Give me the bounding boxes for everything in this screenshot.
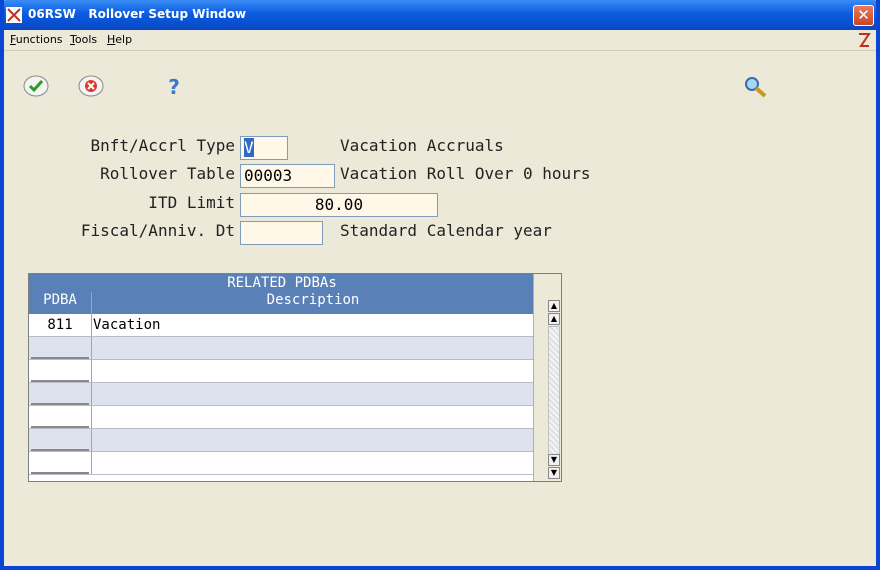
menu-help[interactable]: Help bbox=[107, 33, 132, 46]
itd-limit-field[interactable]: 80.00 bbox=[240, 193, 438, 217]
grid-title: RELATED PDBAs bbox=[227, 275, 337, 291]
menu-bar: Functions Tools Help bbox=[4, 30, 876, 51]
cancel-x-icon[interactable] bbox=[77, 72, 105, 100]
pdba-cell[interactable] bbox=[29, 383, 92, 405]
itd-limit-label: ITD Limit bbox=[148, 193, 235, 212]
table-row[interactable] bbox=[29, 452, 535, 475]
header-separator bbox=[91, 292, 92, 314]
toolbar: ? bbox=[4, 51, 876, 111]
description-cell[interactable] bbox=[93, 452, 533, 474]
svg-text:?: ? bbox=[168, 75, 180, 99]
search-magnifier-icon[interactable] bbox=[741, 72, 769, 100]
fiscal-anniv-dt-field[interactable] bbox=[240, 221, 323, 245]
window-title: 06RSW Rollover Setup Window bbox=[28, 7, 247, 21]
bnft-accrl-type-label: Bnft/Accrl Type bbox=[90, 136, 236, 155]
column-header-description[interactable]: Description bbox=[93, 292, 533, 308]
description-cell[interactable] bbox=[93, 429, 533, 451]
rollover-table-description: Vacation Roll Over 0 hours bbox=[340, 164, 591, 183]
menu-functions[interactable]: Functions bbox=[10, 33, 63, 46]
scroll-bottom-icon[interactable]: ▼ bbox=[548, 467, 560, 479]
scroll-track[interactable] bbox=[548, 326, 560, 464]
scroll-up-icon[interactable]: ▲ bbox=[548, 313, 560, 325]
rollover-setup-window: 06RSW Rollover Setup Window ✕ Functions … bbox=[0, 0, 880, 570]
pdba-cell[interactable]: 811 bbox=[29, 314, 92, 336]
jde-logo-icon bbox=[859, 33, 871, 47]
pdba-cell[interactable] bbox=[29, 337, 92, 359]
table-row[interactable] bbox=[29, 337, 535, 360]
description-cell[interactable] bbox=[93, 406, 533, 428]
pdba-cell[interactable] bbox=[29, 360, 92, 382]
table-row[interactable]: 811 Vacation bbox=[29, 314, 535, 337]
description-cell[interactable] bbox=[93, 360, 533, 382]
grid-vertical-scrollbar[interactable]: ▲ ▲ ▼ ▼ bbox=[533, 274, 561, 481]
table-row[interactable] bbox=[29, 429, 535, 452]
scroll-top-icon[interactable]: ▲ bbox=[548, 300, 560, 312]
description-cell[interactable]: Vacation bbox=[93, 314, 533, 336]
table-row[interactable] bbox=[29, 406, 535, 429]
help-question-icon[interactable]: ? bbox=[160, 72, 188, 100]
description-cell[interactable] bbox=[93, 383, 533, 405]
pdba-cell[interactable] bbox=[29, 452, 92, 474]
rollover-table-label: Rollover Table bbox=[100, 164, 235, 183]
menu-tools[interactable]: Tools bbox=[70, 33, 97, 46]
form-area: Bnft/Accrl Type V Vacation Accruals Roll… bbox=[4, 111, 876, 566]
rollover-table-field[interactable]: 00003 bbox=[240, 164, 335, 188]
related-pdbas-grid: RELATED PDBAs PDBA Description 811 Vacat… bbox=[28, 273, 562, 482]
column-header-pdba[interactable]: PDBA bbox=[29, 292, 91, 308]
bnft-accrl-type-field[interactable]: V bbox=[240, 136, 288, 160]
close-button[interactable]: ✕ bbox=[853, 5, 874, 26]
bnft-accrl-type-description: Vacation Accruals bbox=[340, 136, 504, 155]
scroll-down-icon[interactable]: ▼ bbox=[548, 454, 560, 466]
description-cell[interactable] bbox=[93, 337, 533, 359]
grid-header: RELATED PDBAs PDBA Description bbox=[29, 274, 535, 314]
ok-checkmark-icon[interactable] bbox=[22, 72, 50, 100]
table-row[interactable] bbox=[29, 360, 535, 383]
title-bar[interactable]: 06RSW Rollover Setup Window ✕ bbox=[4, 0, 876, 30]
app-logo-icon bbox=[6, 7, 22, 23]
pdba-cell[interactable] bbox=[29, 406, 92, 428]
fiscal-anniv-dt-label: Fiscal/Anniv. Dt bbox=[80, 221, 235, 240]
pdba-cell[interactable] bbox=[29, 429, 92, 451]
table-row[interactable] bbox=[29, 383, 535, 406]
fiscal-anniv-dt-description: Standard Calendar year bbox=[340, 221, 552, 240]
